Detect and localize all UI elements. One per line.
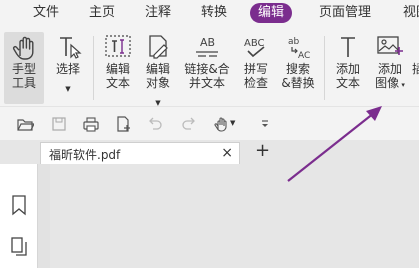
annotation-arrow [287, 106, 382, 182]
annotation-arrow-line [287, 112, 375, 182]
